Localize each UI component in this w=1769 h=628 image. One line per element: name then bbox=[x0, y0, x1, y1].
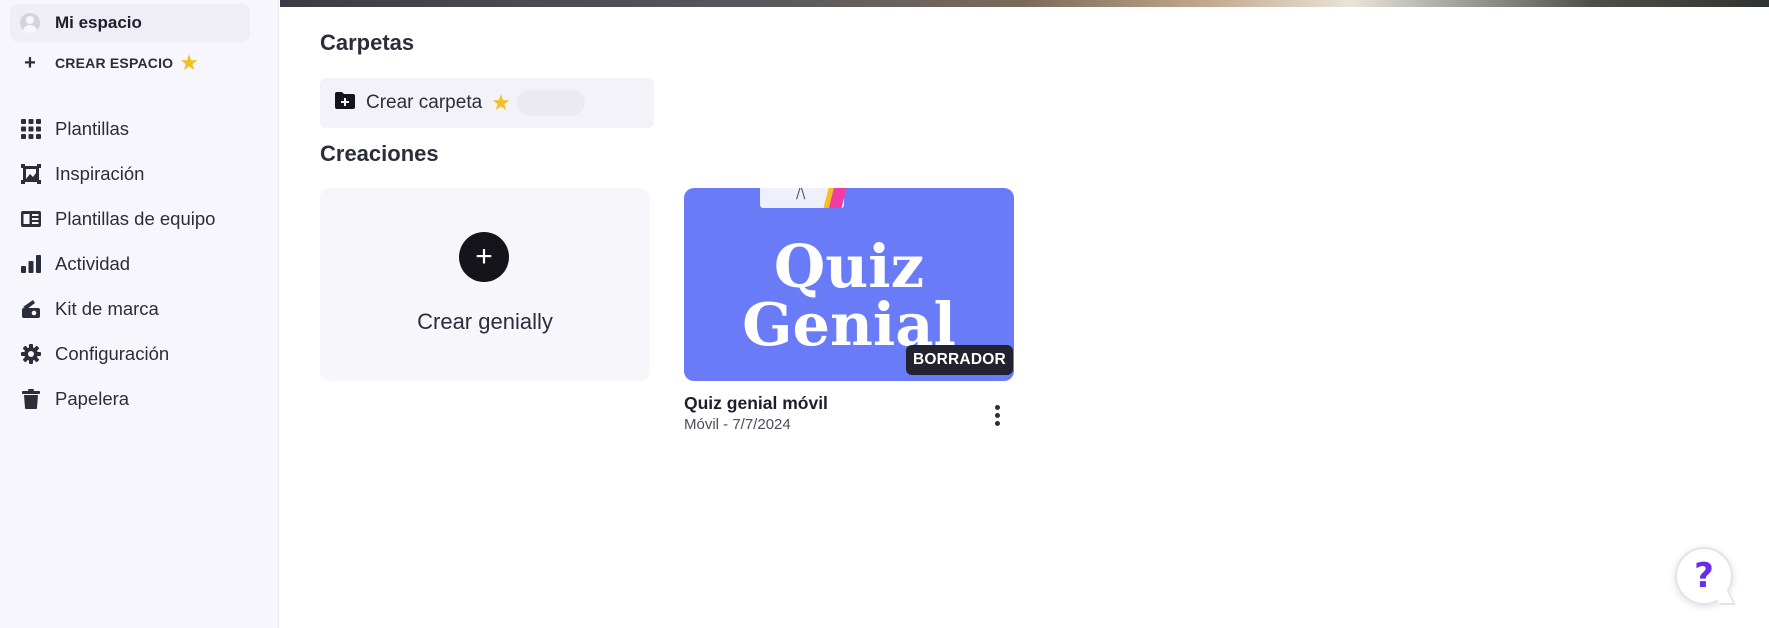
creation-thumbnail[interactable]: /\ Quiz Genial BORRADOR bbox=[684, 188, 1014, 381]
sidebar-item-label: Configuración bbox=[55, 342, 170, 364]
sidebar-item-plantillas-de-equipo[interactable]: Plantillas de equipo bbox=[0, 196, 279, 241]
sidebar-nav: Plantillas Inspiración Plantillas de equ… bbox=[0, 106, 279, 421]
status-badge: BORRADOR bbox=[906, 345, 1013, 375]
create-genially-label: Crear genially bbox=[417, 309, 553, 334]
folders-heading: Carpetas bbox=[320, 30, 415, 55]
gear-icon bbox=[20, 343, 41, 364]
help-button[interactable]: ? bbox=[1675, 547, 1733, 605]
kebab-dot bbox=[994, 420, 1000, 426]
sidebar-item-plantillas[interactable]: Plantillas bbox=[0, 106, 279, 151]
header-banner-image bbox=[280, 0, 1769, 7]
create-folder-label: Crear carpeta bbox=[366, 92, 483, 113]
thumbnail-title: Quiz Genial bbox=[742, 232, 956, 359]
trash-icon bbox=[20, 388, 41, 409]
sidebar-item-label: Plantillas de equipo bbox=[55, 207, 216, 229]
frame-image-icon bbox=[20, 163, 41, 184]
sidebar-item-label: Kit de marca bbox=[55, 297, 159, 319]
grid-icon bbox=[20, 118, 41, 139]
bar-chart-icon bbox=[20, 253, 41, 274]
create-folder-button[interactable]: Crear carpeta ★ bbox=[320, 78, 654, 128]
create-genially-card[interactable]: + Crear genially bbox=[320, 188, 650, 381]
create-space-button[interactable]: + CREAR ESPACIO ★ bbox=[20, 50, 199, 76]
kebab-dot bbox=[994, 404, 1000, 410]
upgrade-pill bbox=[516, 90, 585, 116]
creations-heading: Creaciones bbox=[320, 141, 439, 166]
team-templates-icon bbox=[20, 208, 41, 229]
sidebar-item-kit-de-marca[interactable]: Kit de marca bbox=[0, 286, 279, 331]
plus-icon: + bbox=[24, 52, 36, 74]
creation-title[interactable]: Quiz genial móvil bbox=[684, 393, 828, 414]
folder-plus-icon bbox=[335, 92, 355, 114]
sidebar-item-label: Inspiración bbox=[55, 162, 145, 184]
kebab-dot bbox=[994, 412, 1000, 418]
brand-kit-icon bbox=[20, 298, 41, 319]
more-options-button[interactable] bbox=[985, 400, 1009, 430]
sidebar-item-papelera[interactable]: Papelera bbox=[0, 376, 279, 421]
thumbnail-decoration: /\ bbox=[760, 188, 844, 208]
create-space-label: CREAR ESPACIO bbox=[55, 55, 174, 71]
sidebar-item-my-space[interactable]: Mi espacio bbox=[10, 4, 250, 42]
user-avatar-icon bbox=[20, 13, 40, 33]
sidebar-item-label: Plantillas bbox=[55, 117, 130, 139]
sidebar: Mi espacio + CREAR ESPACIO ★ Plantillas bbox=[0, 0, 279, 628]
star-icon: ★ bbox=[491, 90, 511, 115]
star-icon: ★ bbox=[179, 50, 199, 75]
my-space-label: Mi espacio bbox=[55, 13, 142, 32]
sidebar-item-configuracion[interactable]: Configuración bbox=[0, 331, 279, 376]
plus-icon: + bbox=[459, 232, 509, 282]
creation-meta: Móvil - 7/7/2024 bbox=[684, 416, 791, 433]
sidebar-item-inspiracion[interactable]: Inspiración bbox=[0, 151, 279, 196]
sidebar-item-label: Actividad bbox=[55, 252, 131, 274]
sidebar-item-label: Papelera bbox=[55, 387, 130, 409]
help-question-icon: ? bbox=[1684, 557, 1724, 595]
sidebar-item-actividad[interactable]: Actividad bbox=[0, 241, 279, 286]
